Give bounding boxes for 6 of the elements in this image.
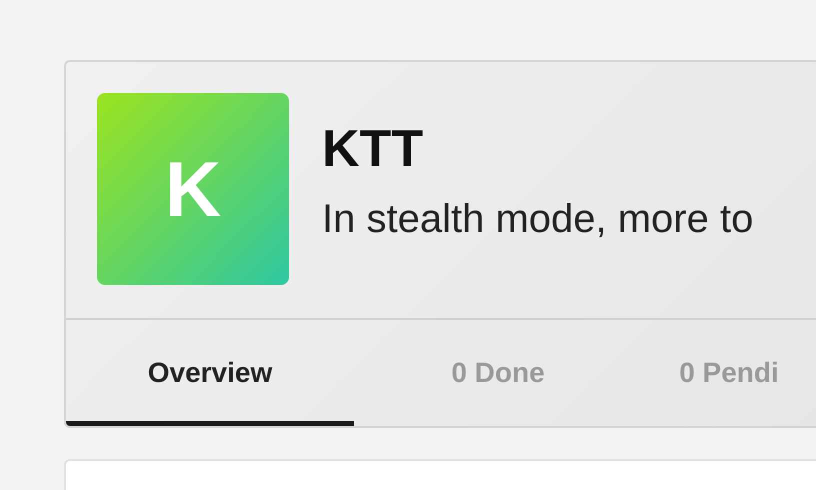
tab[interactable]: 0 Pendi — [642, 320, 816, 426]
profile-name: KTT — [322, 119, 424, 179]
profile-tagline: In stealth mode, more to — [322, 197, 754, 242]
avatar: K — [97, 93, 289, 285]
tab[interactable]: 0 Done — [354, 320, 642, 426]
tab[interactable]: Overview — [66, 320, 354, 426]
